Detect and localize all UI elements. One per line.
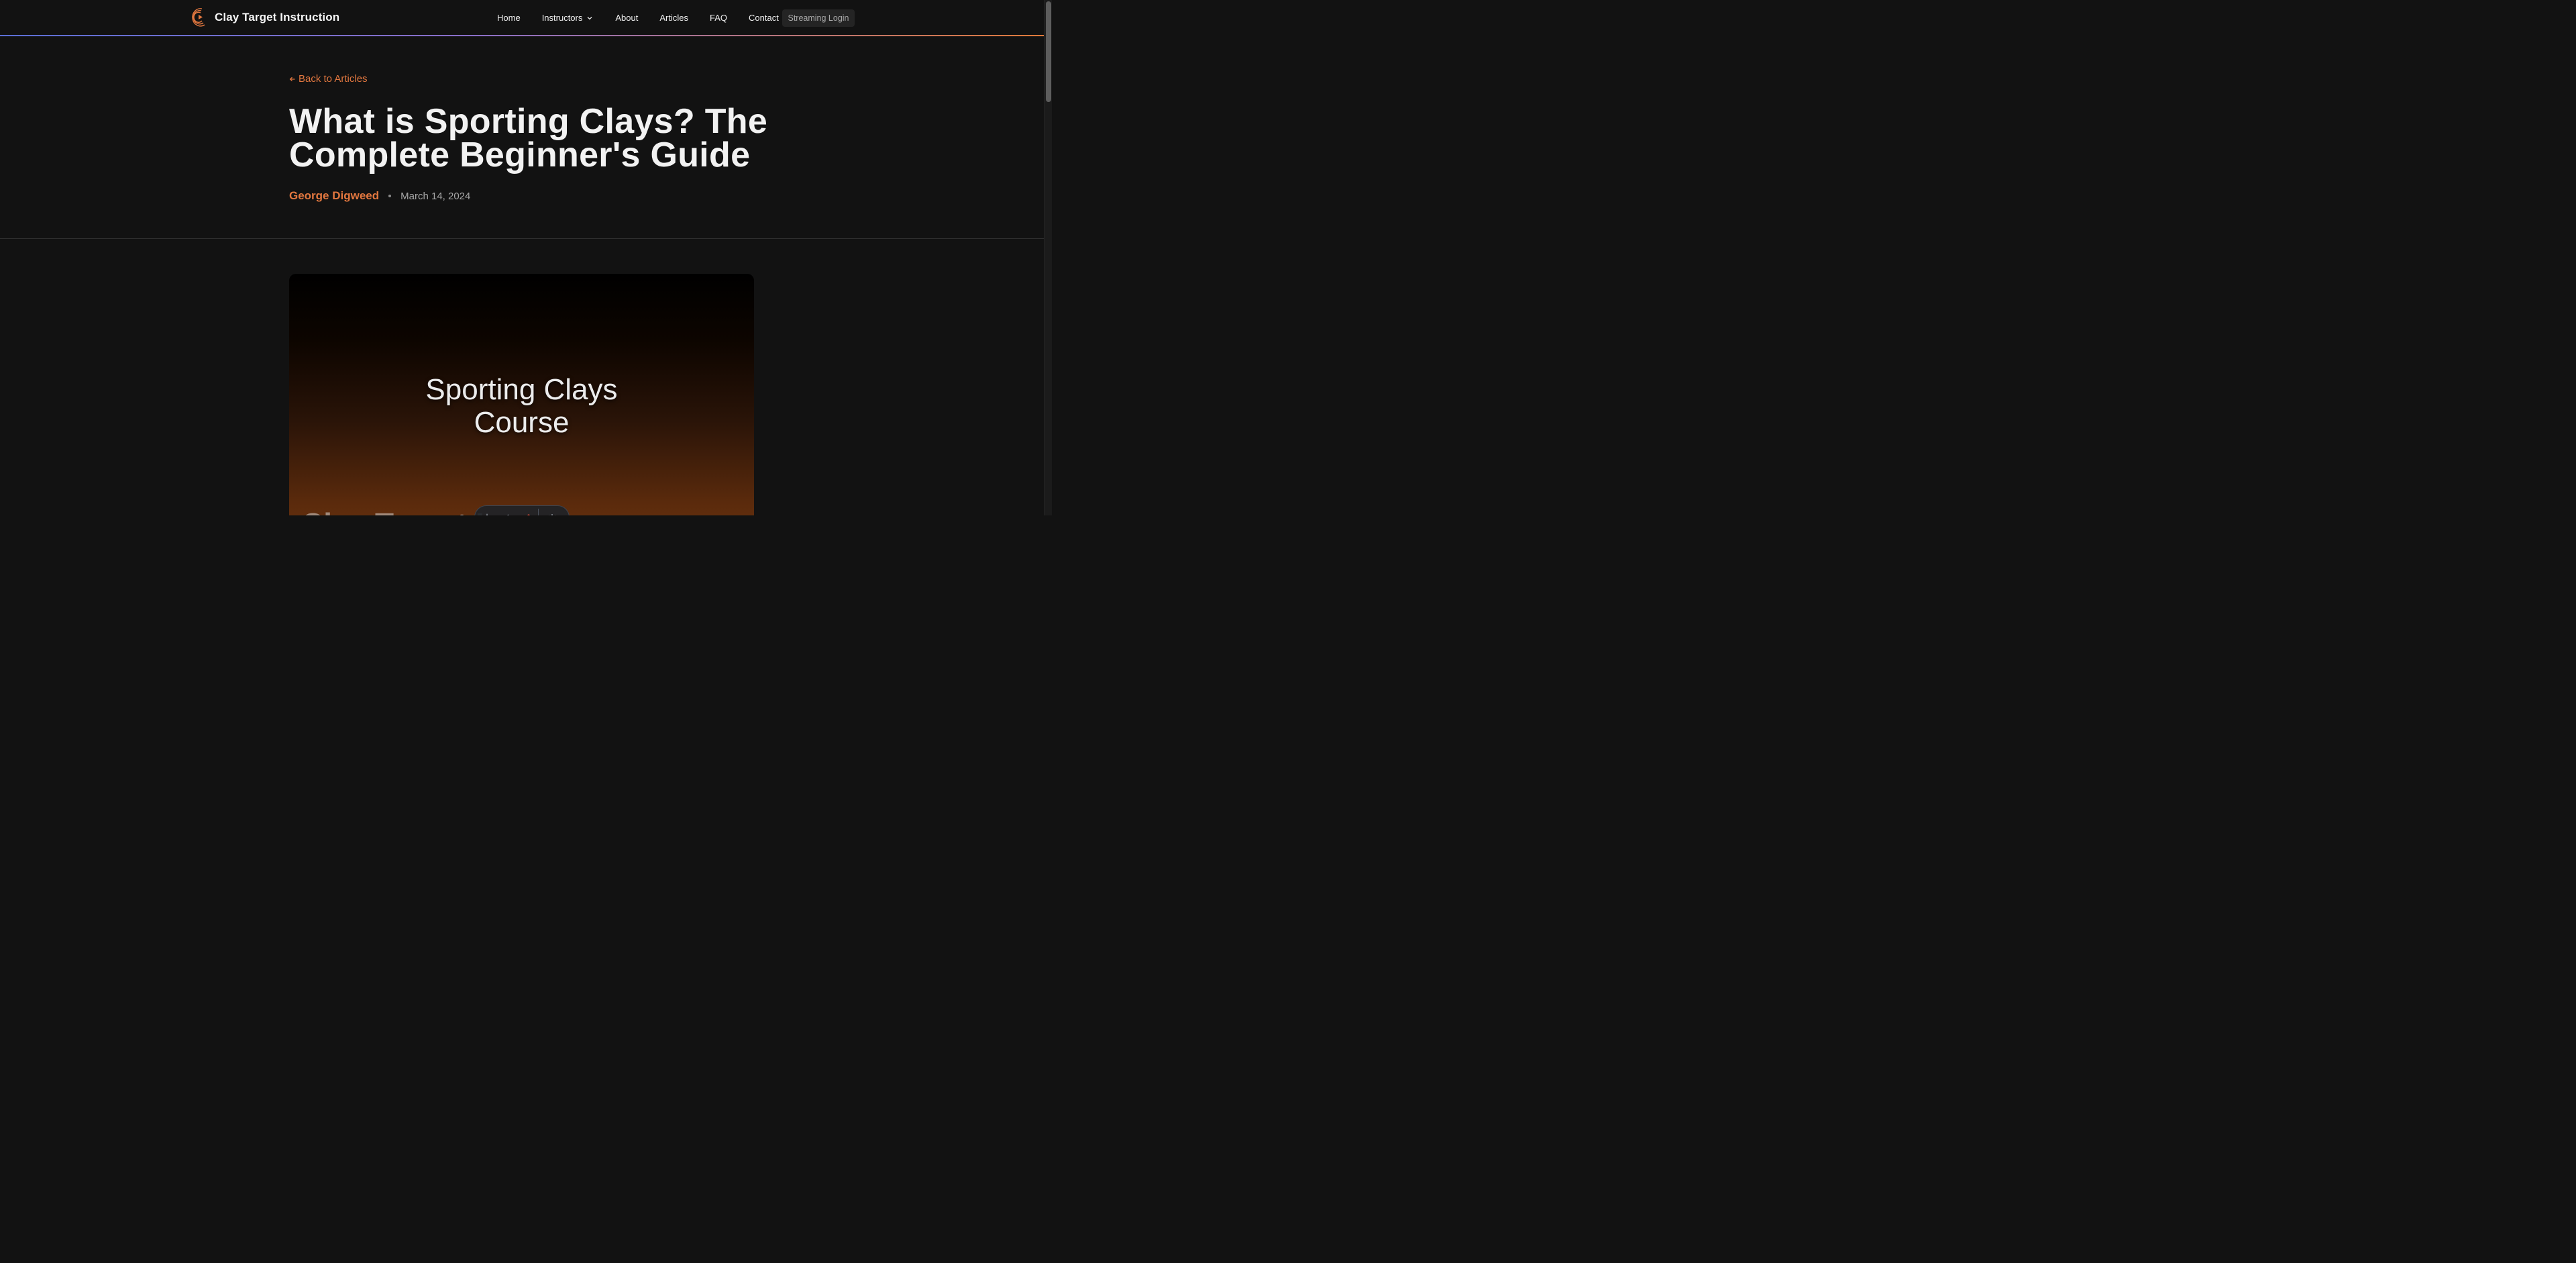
nav-contact[interactable]: Contact: [749, 13, 779, 23]
arrow-left-icon: [289, 77, 295, 81]
main-nav: Home Instructors About Articles FAQ Cont…: [497, 0, 779, 36]
article-meta: George Digweed March 14, 2024: [289, 189, 470, 203]
nav-instructors-label: Instructors: [541, 13, 583, 23]
gear-icon[interactable]: [547, 513, 557, 515]
hero-title: Sporting Clays Course: [289, 373, 754, 439]
header-gradient-divider: [0, 35, 1044, 36]
hero-title-line1: Sporting Clays: [425, 373, 618, 406]
scrollbar-thumb[interactable]: [1046, 1, 1051, 102]
pen-icon[interactable]: [500, 513, 511, 515]
text-icon[interactable]: [482, 513, 492, 515]
article-date: March 14, 2024: [400, 190, 471, 202]
article-author[interactable]: George Digweed: [289, 189, 379, 203]
nav-articles[interactable]: Articles: [659, 13, 688, 23]
brand-name: Clay Target Instruction: [215, 11, 340, 23]
page: Clay Target Instruction Home Instructors…: [0, 0, 1052, 515]
logo-icon: [192, 8, 205, 27]
meta-separator: [388, 195, 392, 197]
media-toolbar: [474, 505, 570, 515]
brand[interactable]: Clay Target Instruction: [190, 7, 339, 28]
back-link-label: Back to Articles: [299, 73, 368, 85]
nav-instructors[interactable]: Instructors: [542, 13, 594, 23]
article-title: What is Sporting Clays? The Complete Beg…: [289, 102, 768, 174]
list-icon[interactable]: [519, 513, 530, 515]
nav-faq[interactable]: FAQ: [710, 13, 727, 23]
hero-media[interactable]: Sporting Clays Course Clay Target I: [289, 274, 754, 515]
hero-watermark-text: Clay Target I: [301, 506, 484, 515]
page-scrollbar[interactable]: [1044, 0, 1052, 515]
hero-title-line2: Course: [474, 406, 570, 439]
back-to-articles-link[interactable]: Back to Articles: [289, 73, 368, 85]
chevron-down-icon: [587, 16, 592, 19]
site-header: Clay Target Instruction Home Instructors…: [0, 0, 1044, 36]
toolbar-separator: [538, 509, 539, 515]
nav-about[interactable]: About: [615, 13, 638, 23]
nav-home[interactable]: Home: [497, 13, 521, 23]
section-divider: [0, 238, 1044, 239]
streaming-login-button[interactable]: Streaming Login: [782, 9, 855, 27]
